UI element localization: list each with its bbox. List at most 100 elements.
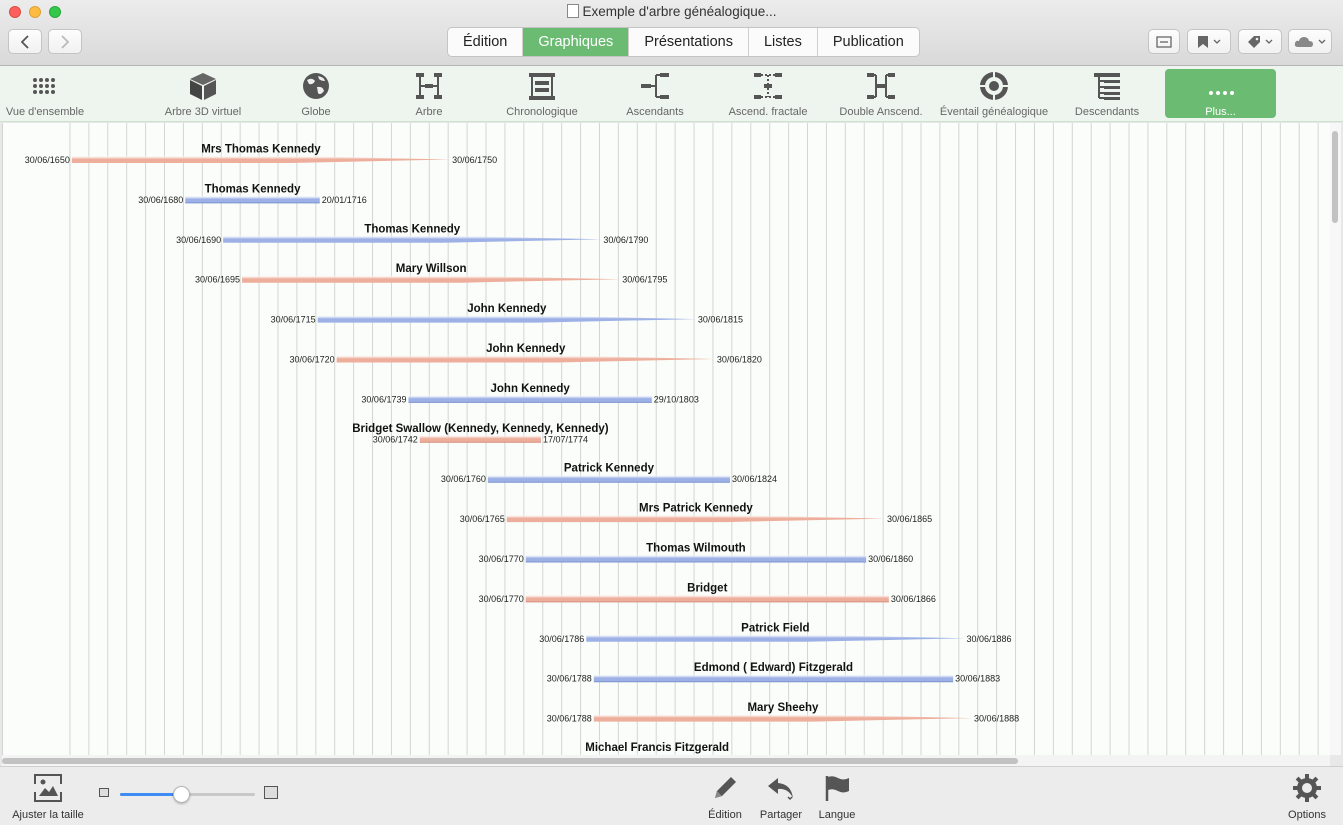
- person-name: Mrs Patrick Kennedy: [639, 503, 753, 515]
- horizontal-scrollbar[interactable]: [2, 755, 1330, 766]
- grid-dots-icon: [33, 78, 55, 94]
- chevron-down-icon: [1318, 39, 1326, 44]
- more-dots-icon: [1208, 91, 1234, 95]
- chart-double-ancestors-label: Double Anscend.: [839, 106, 923, 118]
- tab-listes[interactable]: Listes: [747, 28, 817, 56]
- death-date-label: 30/06/1820: [717, 355, 762, 365]
- chart-fractal-ancestors-label: Ascend. fractale: [728, 106, 808, 118]
- sidebar-toggle-button[interactable]: [1148, 29, 1180, 54]
- birth-date-label: 30/06/1720: [290, 355, 335, 365]
- birth-date-label: 30/06/1650: [25, 155, 70, 165]
- birth-date-label: 30/06/1770: [479, 554, 524, 564]
- chevron-left-icon: [20, 34, 29, 49]
- birth-date-label: 30/06/1690: [176, 235, 221, 245]
- language-button[interactable]: Langue: [814, 771, 860, 821]
- pencil-icon: [715, 777, 736, 798]
- birth-date-label: 30/06/1680: [138, 195, 183, 205]
- timeline-icon: [529, 73, 555, 100]
- death-date-label: 30/06/1824: [732, 474, 777, 484]
- chart-ancestors-label: Ascendants: [626, 106, 684, 118]
- chart-fractal-ancestors[interactable]: Ascend. fractale: [712, 69, 824, 119]
- zoom-slider-knob[interactable]: [172, 786, 190, 803]
- person-name: John Kennedy: [486, 343, 566, 355]
- options-button[interactable]: Options: [1283, 771, 1331, 821]
- share-button[interactable]: Partager: [755, 771, 807, 821]
- birth-date-label: 30/06/1742: [373, 434, 418, 444]
- chart-ancestors[interactable]: Ascendants: [599, 69, 711, 119]
- chart-more-label: Plus...: [1205, 106, 1236, 118]
- bookmarks-button[interactable]: [1187, 29, 1231, 54]
- death-date-label: 20/01/1716: [322, 195, 367, 205]
- lifespan-bar: [506, 515, 886, 523]
- fit-size-icon: [34, 774, 62, 802]
- person-name: Patrick Kennedy: [564, 463, 655, 475]
- chart-tree[interactable]: Arbre: [373, 69, 485, 119]
- death-date-label: 30/06/1790: [603, 235, 648, 245]
- vertical-scroll-thumb[interactable]: [1332, 131, 1338, 223]
- chart-type-toolbar: Vue d'ensemble Arbre 3D virtuel Globe Ar…: [0, 66, 1343, 122]
- tab-presentations[interactable]: Présentations: [628, 28, 748, 56]
- edit-button[interactable]: Édition: [700, 771, 750, 821]
- lifespan-bar: [593, 714, 973, 722]
- zoom-slider[interactable]: [120, 786, 255, 803]
- chart-globe[interactable]: Globe: [260, 69, 372, 119]
- cloud-sync-button[interactable]: [1288, 29, 1332, 54]
- person-name: John Kennedy: [467, 303, 547, 315]
- share-label: Partager: [759, 809, 803, 821]
- fractal-icon: [754, 73, 782, 99]
- death-date-label: 29/10/1803: [654, 394, 699, 404]
- person-name: Thomas Kennedy: [364, 223, 460, 235]
- horizontal-scroll-thumb[interactable]: [2, 758, 1018, 764]
- death-date-label: 30/06/1860: [868, 554, 913, 564]
- language-label: Langue: [818, 809, 856, 821]
- chart-more[interactable]: Plus...: [1165, 69, 1276, 118]
- lifespan-bar: [419, 435, 542, 443]
- back-button[interactable]: [8, 29, 42, 54]
- chart-double-ancestors[interactable]: Double Anscend.: [825, 69, 937, 119]
- death-date-label: 30/06/1750: [452, 155, 497, 165]
- chart-descendants-label: Descendants: [1074, 106, 1140, 118]
- lifespan-bar: [223, 235, 602, 243]
- double-ancestors-icon: [867, 73, 895, 99]
- chart-tree-label: Arbre: [415, 106, 443, 118]
- chart-chronological[interactable]: Chronologique: [486, 69, 598, 119]
- death-date-label: 30/06/1815: [698, 315, 743, 325]
- ancestors-icon: [641, 73, 669, 99]
- fit-size-button[interactable]: Ajuster la taille: [8, 771, 88, 821]
- chart-globe-label: Globe: [301, 106, 331, 118]
- chart-descendants[interactable]: Descendants: [1051, 69, 1163, 119]
- tab-publication[interactable]: Publication: [816, 28, 919, 56]
- tags-button[interactable]: [1238, 29, 1282, 54]
- person-name: Thomas Wilmouth: [646, 543, 746, 555]
- vertical-scrollbar[interactable]: [1330, 123, 1341, 755]
- death-date-label: 30/06/1888: [974, 714, 1019, 724]
- person-name: Michael Francis Fitzgerald: [585, 742, 729, 754]
- tab-edition[interactable]: Édition: [448, 28, 522, 56]
- chart-overview-label: Vue d'ensemble: [5, 106, 85, 118]
- chart-fan[interactable]: Éventail généalogique: [938, 69, 1050, 119]
- cube-icon: [190, 73, 216, 100]
- death-date-label: 30/06/1865: [887, 514, 932, 524]
- descendants-icon: [1094, 73, 1120, 100]
- lifespan-bar: [487, 475, 730, 483]
- forward-button[interactable]: [48, 29, 82, 54]
- person-name: Thomas Kennedy: [205, 183, 301, 195]
- timeline-chart[interactable]: Mrs Thomas Kennedy 30/06/1650 30/06/1750 Th…: [2, 123, 1330, 755]
- birth-date-label: 30/06/1715: [271, 315, 316, 325]
- timeline-svg: Mrs Thomas Kennedy 30/06/1650 30/06/1750 Th…: [25, 123, 1319, 755]
- death-date-label: 30/06/1886: [966, 634, 1011, 644]
- chart-fan-label: Éventail généalogique: [939, 106, 1049, 118]
- person-name: Bridget Swallow (Kennedy, Kennedy, Kenne…: [352, 423, 609, 435]
- tab-graphiques[interactable]: Graphiques: [522, 28, 629, 56]
- chart-overview[interactable]: Vue d'ensemble: [0, 69, 101, 119]
- chart-3d-tree[interactable]: Arbre 3D virtuel: [147, 69, 259, 119]
- birth-date-label: 30/06/1765: [460, 514, 505, 524]
- birth-date-label: 30/06/1760: [441, 474, 486, 484]
- zoom-out-icon[interactable]: [99, 788, 109, 797]
- lifespan-bar: [593, 674, 954, 682]
- person-name: Patrick Field: [741, 622, 809, 634]
- lifespan-bar: [185, 195, 320, 203]
- person-name: John Kennedy: [491, 383, 571, 395]
- zoom-in-icon[interactable]: [264, 786, 278, 799]
- gear-icon: [1293, 774, 1321, 802]
